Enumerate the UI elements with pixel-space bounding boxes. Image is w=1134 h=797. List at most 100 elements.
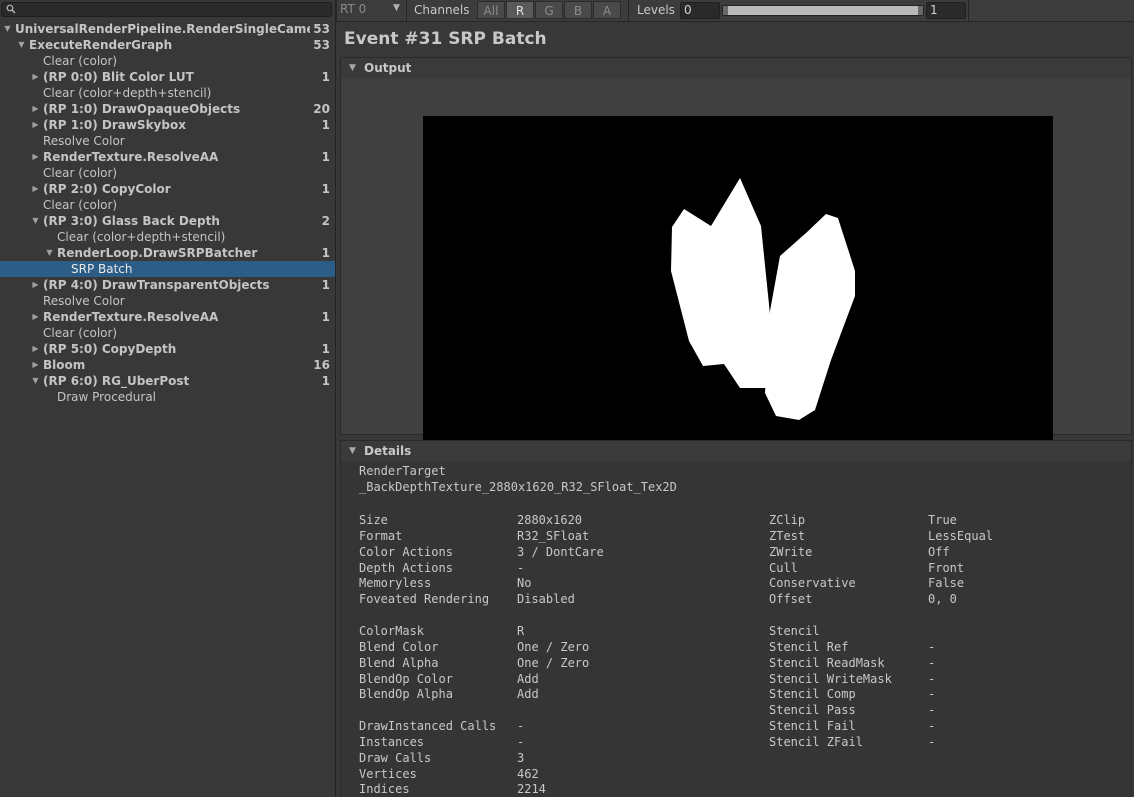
expand-arrow-right-icon[interactable]: ▶ <box>31 181 40 197</box>
levels-min-field[interactable]: 0 <box>680 2 720 19</box>
levels-min-handle[interactable] <box>723 6 728 15</box>
detail-value: - <box>517 734 525 749</box>
tree-item[interactable]: ▶ (RP 1:0) DrawSkybox 1 <box>0 117 335 133</box>
detail-value: One / Zero <box>517 639 590 654</box>
detail-label: BlendOp Color <box>359 671 453 686</box>
toolbar-separator <box>336 0 337 21</box>
tree-item[interactable]: ▼ UniversalRenderPipeline.RenderSingleCam… <box>0 21 335 37</box>
detail-label: Stencil Fail <box>769 719 856 734</box>
details-header[interactable]: ▼ Details <box>341 441 1131 461</box>
detail-label: Stencil Ref <box>769 639 849 654</box>
levels-range-slider[interactable] <box>722 5 924 16</box>
expand-arrow-right-icon[interactable]: ▶ <box>31 149 40 165</box>
tree-item[interactable]: ▼ (RP 3:0) Glass Back Depth 2 <box>0 213 335 229</box>
detail-value: - <box>928 719 936 734</box>
detail-value: LessEqual <box>928 528 994 543</box>
detail-label: Stencil Pass <box>769 703 856 718</box>
tree-item[interactable]: ▶ (RP 1:0) DrawOpaqueObjects 20 <box>0 101 335 117</box>
expand-arrow-right-icon[interactable]: ▶ <box>31 69 40 85</box>
tree-item[interactable]: ▶ RenderTexture.ResolveAA 1 <box>0 149 335 165</box>
tree-item[interactable]: Clear (color+depth+stencil) <box>0 85 335 101</box>
detail-value: 2880x1620 <box>517 513 583 527</box>
tree-item[interactable]: Clear (color) <box>0 165 335 181</box>
channel-b-button[interactable]: B <box>564 1 592 19</box>
tree-item[interactable]: Clear (color) <box>0 53 335 69</box>
detail-value: False <box>928 576 965 591</box>
levels-label: Levels <box>637 3 675 17</box>
tree-item[interactable]: ▶ (RP 2:0) CopyColor 1 <box>0 181 335 197</box>
tree-item-label: ExecuteRenderGraph <box>29 38 173 52</box>
detail-label: Color Actions <box>359 544 453 559</box>
tree-item-count: 1 <box>321 278 330 292</box>
foldout-arrow-icon[interactable]: ▼ <box>349 58 356 78</box>
tree-item-label: Draw Procedural <box>57 390 157 404</box>
tree-item-label: Clear (color+depth+stencil) <box>57 230 226 244</box>
detail-value: True <box>928 513 957 527</box>
detail-label: Stencil Comp <box>769 687 856 702</box>
expand-arrow-right-icon[interactable]: ▶ <box>31 117 40 133</box>
expand-arrow-right-icon[interactable]: ▶ <box>31 357 40 373</box>
channels-label: Channels <box>414 3 470 17</box>
tree-item-label: Resolve Color <box>43 294 125 308</box>
expand-arrow-down-icon[interactable]: ▼ <box>45 245 54 261</box>
channel-a-button[interactable]: A <box>593 1 621 19</box>
channel-r-button[interactable]: R <box>506 1 534 19</box>
channel-all-button[interactable]: All <box>477 1 505 19</box>
tree-item[interactable]: ▶ RenderTexture.ResolveAA 1 <box>0 309 335 325</box>
expand-arrow-right-icon[interactable]: ▶ <box>31 277 40 293</box>
tree-item[interactable]: ▼ RenderLoop.DrawSRPBatcher 1 <box>0 245 335 261</box>
tree-item[interactable]: Clear (color) <box>0 197 335 213</box>
levels-max-handle[interactable] <box>918 6 923 15</box>
tree-item[interactable]: Draw Procedural <box>0 389 335 405</box>
detail-label: Foveated Rendering <box>359 592 490 607</box>
tree-item[interactable]: ▶ (RP 5:0) CopyDepth 1 <box>0 341 335 357</box>
expand-arrow-down-icon[interactable]: ▼ <box>31 213 40 229</box>
detail-label: Draw Calls <box>359 750 432 765</box>
tree-item[interactable]: Clear (color+depth+stencil) <box>0 229 335 245</box>
detail-label: Size <box>359 513 388 527</box>
toolbar-separator <box>968 0 969 21</box>
tree-item[interactable]: Resolve Color <box>0 293 335 309</box>
detail-label: ZWrite <box>769 544 813 559</box>
tree-item[interactable]: Clear (color) <box>0 325 335 341</box>
detail-value: Add <box>517 687 539 702</box>
detail-label: Format <box>359 528 403 543</box>
detail-label: Stencil ZFail <box>769 734 863 749</box>
expand-arrow-right-icon[interactable]: ▶ <box>31 101 40 117</box>
expand-arrow-down-icon[interactable]: ▼ <box>3 21 12 37</box>
output-title: Output <box>364 61 412 75</box>
tree-item-count: 1 <box>321 118 330 132</box>
levels-max-field[interactable]: 1 <box>926 2 966 19</box>
expand-arrow-down-icon[interactable]: ▼ <box>31 373 40 389</box>
tree-item[interactable]: Resolve Color <box>0 133 335 149</box>
tree-item-label: (RP 0:0) Blit Color LUT <box>43 70 194 84</box>
search-input[interactable] <box>1 2 332 17</box>
toolbar-separator <box>406 0 407 21</box>
tree-item[interactable]: SRP Batch <box>0 261 335 277</box>
detail-label: Instances <box>359 734 425 749</box>
expand-arrow-right-icon[interactable]: ▶ <box>31 341 40 357</box>
tree-item[interactable]: ▶ (RP 0:0) Blit Color LUT 1 <box>0 69 335 85</box>
detail-value: 3 <box>517 750 525 765</box>
tree-item[interactable]: ▼ ExecuteRenderGraph 53 <box>0 37 335 53</box>
detail-value: - <box>517 560 525 575</box>
output-header[interactable]: ▼ Output <box>341 58 1131 78</box>
tree-item[interactable]: ▼ (RP 6:0) RG_UberPost 1 <box>0 373 335 389</box>
tree-item-label: (RP 1:0) DrawSkybox <box>43 118 186 132</box>
dropdown-arrow-icon[interactable]: ▼ <box>393 3 400 13</box>
detail-value: Front <box>928 560 965 575</box>
detail-label: Blend Color <box>359 639 439 654</box>
channel-g-button[interactable]: G <box>535 1 563 19</box>
tree-item[interactable]: ▶ (RP 4:0) DrawTransparentObjects 1 <box>0 277 335 293</box>
expand-arrow-down-icon[interactable]: ▼ <box>17 37 26 53</box>
foldout-arrow-icon[interactable]: ▼ <box>349 441 356 461</box>
detail-label: Memoryless <box>359 576 432 591</box>
tree-item-count: 1 <box>321 246 330 260</box>
expand-arrow-right-icon[interactable]: ▶ <box>31 309 40 325</box>
toolbar-separator <box>628 0 629 21</box>
render-target-preview[interactable] <box>423 116 1053 471</box>
render-target-dropdown[interactable]: RT 0 <box>340 2 366 16</box>
tree-item-label: Clear (color) <box>43 54 118 68</box>
detail-value: - <box>517 719 525 734</box>
tree-item[interactable]: ▶ Bloom 16 <box>0 357 335 373</box>
